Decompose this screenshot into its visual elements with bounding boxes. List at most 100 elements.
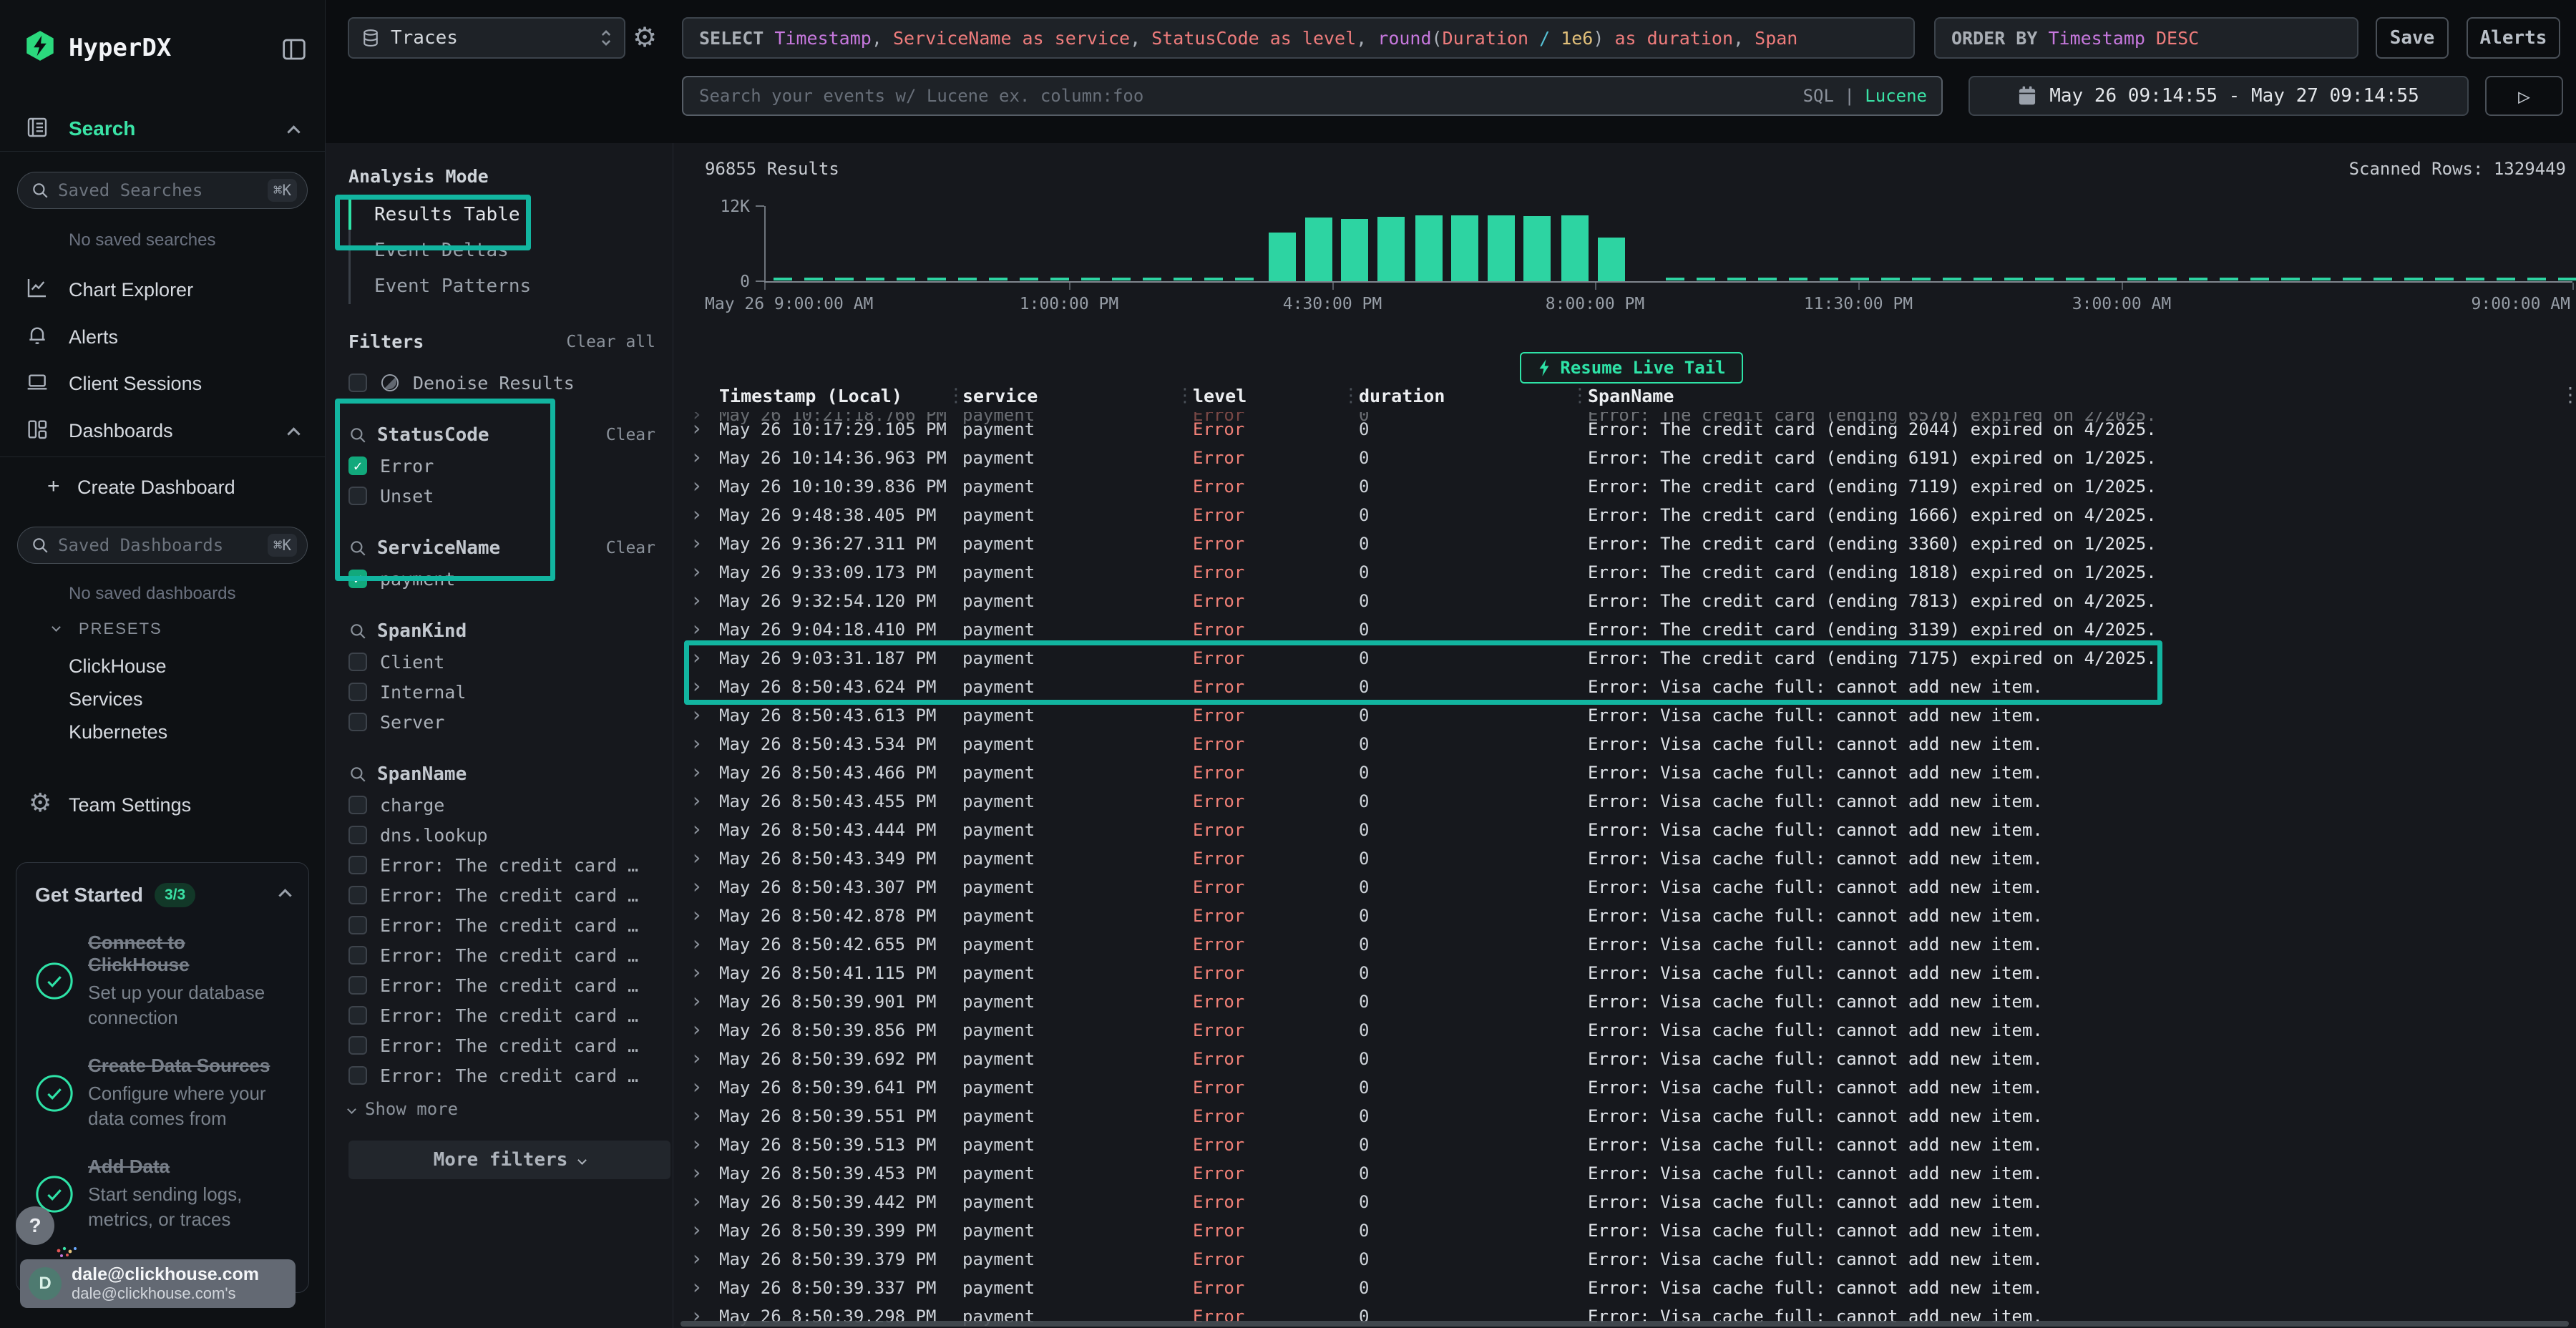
checkbox[interactable] <box>348 976 367 995</box>
collapse-sidebar-icon[interactable] <box>282 39 306 60</box>
filter-option-error-the-credit-card-[interactable]: Error: The credit card … <box>348 850 665 880</box>
table-row[interactable]: ›May 26 8:50:43.349 PMpaymentError0Error… <box>673 844 2576 873</box>
filter-option-error-the-credit-card-[interactable]: Error: The credit card … <box>348 1030 665 1060</box>
row-expand-icon[interactable]: › <box>691 645 703 669</box>
col-service[interactable]: service <box>962 386 1038 406</box>
row-expand-icon[interactable]: › <box>691 1017 703 1041</box>
sidebar-item-client-sessions[interactable]: Client Sessions <box>69 373 202 395</box>
table-row[interactable]: ›May 26 8:50:42.655 PMpaymentError0Error… <box>673 930 2576 959</box>
table-row[interactable]: ›May 26 8:50:39.692 PMpaymentError0Error… <box>673 1045 2576 1073</box>
order-by-editor[interactable]: ORDER BY Timestamp DESC <box>1934 17 2358 59</box>
table-row[interactable]: ›May 26 8:50:39.901 PMpaymentError0Error… <box>673 987 2576 1016</box>
row-expand-icon[interactable]: › <box>691 903 703 927</box>
table-row[interactable]: ›May 26 9:36:27.311 PMpaymentError0Error… <box>673 529 2576 558</box>
table-row[interactable]: ›May 26 8:50:39.513 PMpaymentError0Error… <box>673 1131 2576 1159</box>
row-expand-icon[interactable]: › <box>691 1246 703 1270</box>
row-expand-icon[interactable]: › <box>691 760 703 783</box>
checkbox[interactable] <box>348 796 367 814</box>
filter-option-dns-lookup[interactable]: dns.lookup <box>348 820 665 850</box>
sidebar-item-search[interactable]: Search <box>69 117 135 140</box>
table-row[interactable]: ›May 26 8:50:43.534 PMpaymentError0Error… <box>673 730 2576 758</box>
checkbox[interactable] <box>348 713 367 731</box>
checkbox[interactable] <box>348 856 367 874</box>
clear-filter-button[interactable]: Clear <box>606 426 655 444</box>
table-row[interactable]: ›May 26 10:17:29.105 PMpaymentError0Erro… <box>673 415 2576 444</box>
lucene-search-input[interactable]: Search your events w/ Lucene ex. column:… <box>682 76 1943 116</box>
filter-option-error-the-credit-card-[interactable]: Error: The credit card … <box>348 1000 665 1030</box>
table-row[interactable]: ›May 26 10:10:39.836 PMpaymentError0Erro… <box>673 472 2576 501</box>
filter-option-error-the-credit-card-[interactable]: Error: The credit card … <box>348 970 665 1000</box>
clear-all-button[interactable]: Clear all <box>566 333 655 351</box>
column-handle-icon[interactable]: ⋮ <box>1342 384 1359 406</box>
save-button[interactable]: Save <box>2376 17 2449 59</box>
row-expand-icon[interactable]: › <box>691 846 703 869</box>
show-more-button[interactable]: Show more <box>348 1099 665 1119</box>
row-expand-icon[interactable]: › <box>691 560 703 583</box>
filter-option-internal[interactable]: Internal <box>348 677 665 707</box>
row-expand-icon[interactable]: › <box>691 960 703 984</box>
histogram-bar[interactable] <box>1269 233 1296 281</box>
histogram-bar[interactable] <box>1561 215 1589 281</box>
presets-label[interactable]: PRESETS <box>79 620 162 638</box>
filter-option-error-the-credit-card-[interactable]: Error: The credit card … <box>348 1060 665 1090</box>
analysis-mode-event-patterns[interactable]: Event Patterns <box>351 268 665 304</box>
mode-lucene[interactable]: Lucene <box>1865 86 1927 106</box>
row-expand-icon[interactable]: › <box>691 1046 703 1070</box>
table-row[interactable]: ›May 26 8:50:39.856 PMpaymentError0Error… <box>673 1016 2576 1045</box>
sidebar-item-dashboards[interactable]: Dashboards <box>69 420 173 442</box>
table-row[interactable]: ›May 26 8:50:39.399 PMpaymentError0Error… <box>673 1216 2576 1245</box>
histogram-bar[interactable] <box>1377 217 1405 281</box>
filter-option-unset[interactable]: Unset <box>348 481 665 511</box>
checkbox[interactable] <box>348 653 367 671</box>
table-row[interactable]: ›May 26 9:32:54.120 PMpaymentError0Error… <box>673 587 2576 615</box>
results-histogram[interactable]: 12K 0 May 26 9:00:00 AM1:00:00 PM4:30:00… <box>673 143 2576 322</box>
saved-dashboards-input[interactable]: Saved Dashboards ⌘K <box>17 527 308 564</box>
filter-option-error-the-credit-card-[interactable]: Error: The credit card … <box>348 910 665 940</box>
analysis-mode-results-table[interactable]: Results Table <box>351 197 665 233</box>
column-handle-icon[interactable]: ⋮ <box>1176 384 1193 406</box>
table-row[interactable]: ›May 26 8:50:42.878 PMpaymentError0Error… <box>673 902 2576 930</box>
histogram-bar[interactable] <box>1598 238 1625 281</box>
row-expand-icon[interactable]: › <box>691 1275 703 1299</box>
table-row[interactable]: ›May 26 8:50:43.624 PMpaymentError0Error… <box>673 673 2576 701</box>
sql-select-editor[interactable]: SELECT Timestamp, ServiceName as service… <box>682 17 1915 59</box>
histogram-bar[interactable] <box>1488 215 1515 281</box>
checkbox[interactable]: ✓ <box>348 456 367 475</box>
checkbox[interactable]: ✓ <box>348 570 367 588</box>
row-expand-icon[interactable]: › <box>691 1075 703 1098</box>
row-expand-icon[interactable]: › <box>691 1132 703 1156</box>
row-expand-icon[interactable]: › <box>691 1161 703 1184</box>
table-row[interactable]: ›May 26 8:50:39.641 PMpaymentError0Error… <box>673 1073 2576 1102</box>
table-row[interactable]: ›May 26 9:48:38.405 PMpaymentError0Error… <box>673 501 2576 529</box>
denoise-checkbox[interactable] <box>348 374 367 392</box>
histogram-bar[interactable] <box>1341 219 1368 281</box>
histogram-bar[interactable] <box>1415 215 1443 281</box>
resume-live-tail-button[interactable]: Resume Live Tail <box>1520 352 1743 384</box>
table-row[interactable]: ›May 26 8:50:43.613 PMpaymentError0Error… <box>673 701 2576 730</box>
table-row[interactable]: ›May 26 9:33:09.173 PMpaymentError0Error… <box>673 558 2576 587</box>
table-row[interactable]: ›May 26 10:14:36.963 PMpaymentError0Erro… <box>673 444 2576 472</box>
row-expand-icon[interactable]: › <box>691 588 703 612</box>
sidebar-item-alerts[interactable]: Alerts <box>69 326 118 348</box>
histogram-bar[interactable] <box>1305 218 1332 281</box>
sidebar-item-team-settings[interactable]: Team Settings <box>69 794 191 816</box>
filter-option-error-the-credit-card-[interactable]: Error: The credit card … <box>348 880 665 910</box>
horizontal-scrollbar[interactable] <box>680 1321 2569 1327</box>
mode-sql[interactable]: SQL <box>1803 86 1834 106</box>
checkbox[interactable] <box>348 886 367 904</box>
table-row[interactable]: ›May 26 8:50:39.337 PMpaymentError0Error… <box>673 1274 2576 1302</box>
checkbox[interactable] <box>348 1036 367 1055</box>
table-row[interactable]: ›May 26 8:50:43.455 PMpaymentError0Error… <box>673 787 2576 816</box>
table-row[interactable]: ›May 26 8:50:39.379 PMpaymentError0Error… <box>673 1245 2576 1274</box>
table-row[interactable]: ›May 26 9:04:18.410 PMpaymentError0Error… <box>673 615 2576 644</box>
column-handle-icon[interactable]: ⋮ <box>947 384 964 406</box>
get-started-item[interactable]: Connect to ClickHouse Set up your databa… <box>35 932 290 1030</box>
preset-clickhouse[interactable]: ClickHouse <box>69 655 167 678</box>
row-expand-icon[interactable]: › <box>691 531 703 555</box>
user-menu[interactable]: D dale@clickhouse.com dale@clickhouse.co… <box>20 1259 296 1308</box>
search-collapse-chevron-icon[interactable] <box>287 125 300 138</box>
checkbox[interactable] <box>348 683 367 701</box>
saved-searches-input[interactable]: Saved Searches ⌘K <box>17 172 308 209</box>
table-row[interactable]: ›May 26 8:50:43.466 PMpaymentError0Error… <box>673 758 2576 787</box>
checkbox[interactable] <box>348 946 367 965</box>
